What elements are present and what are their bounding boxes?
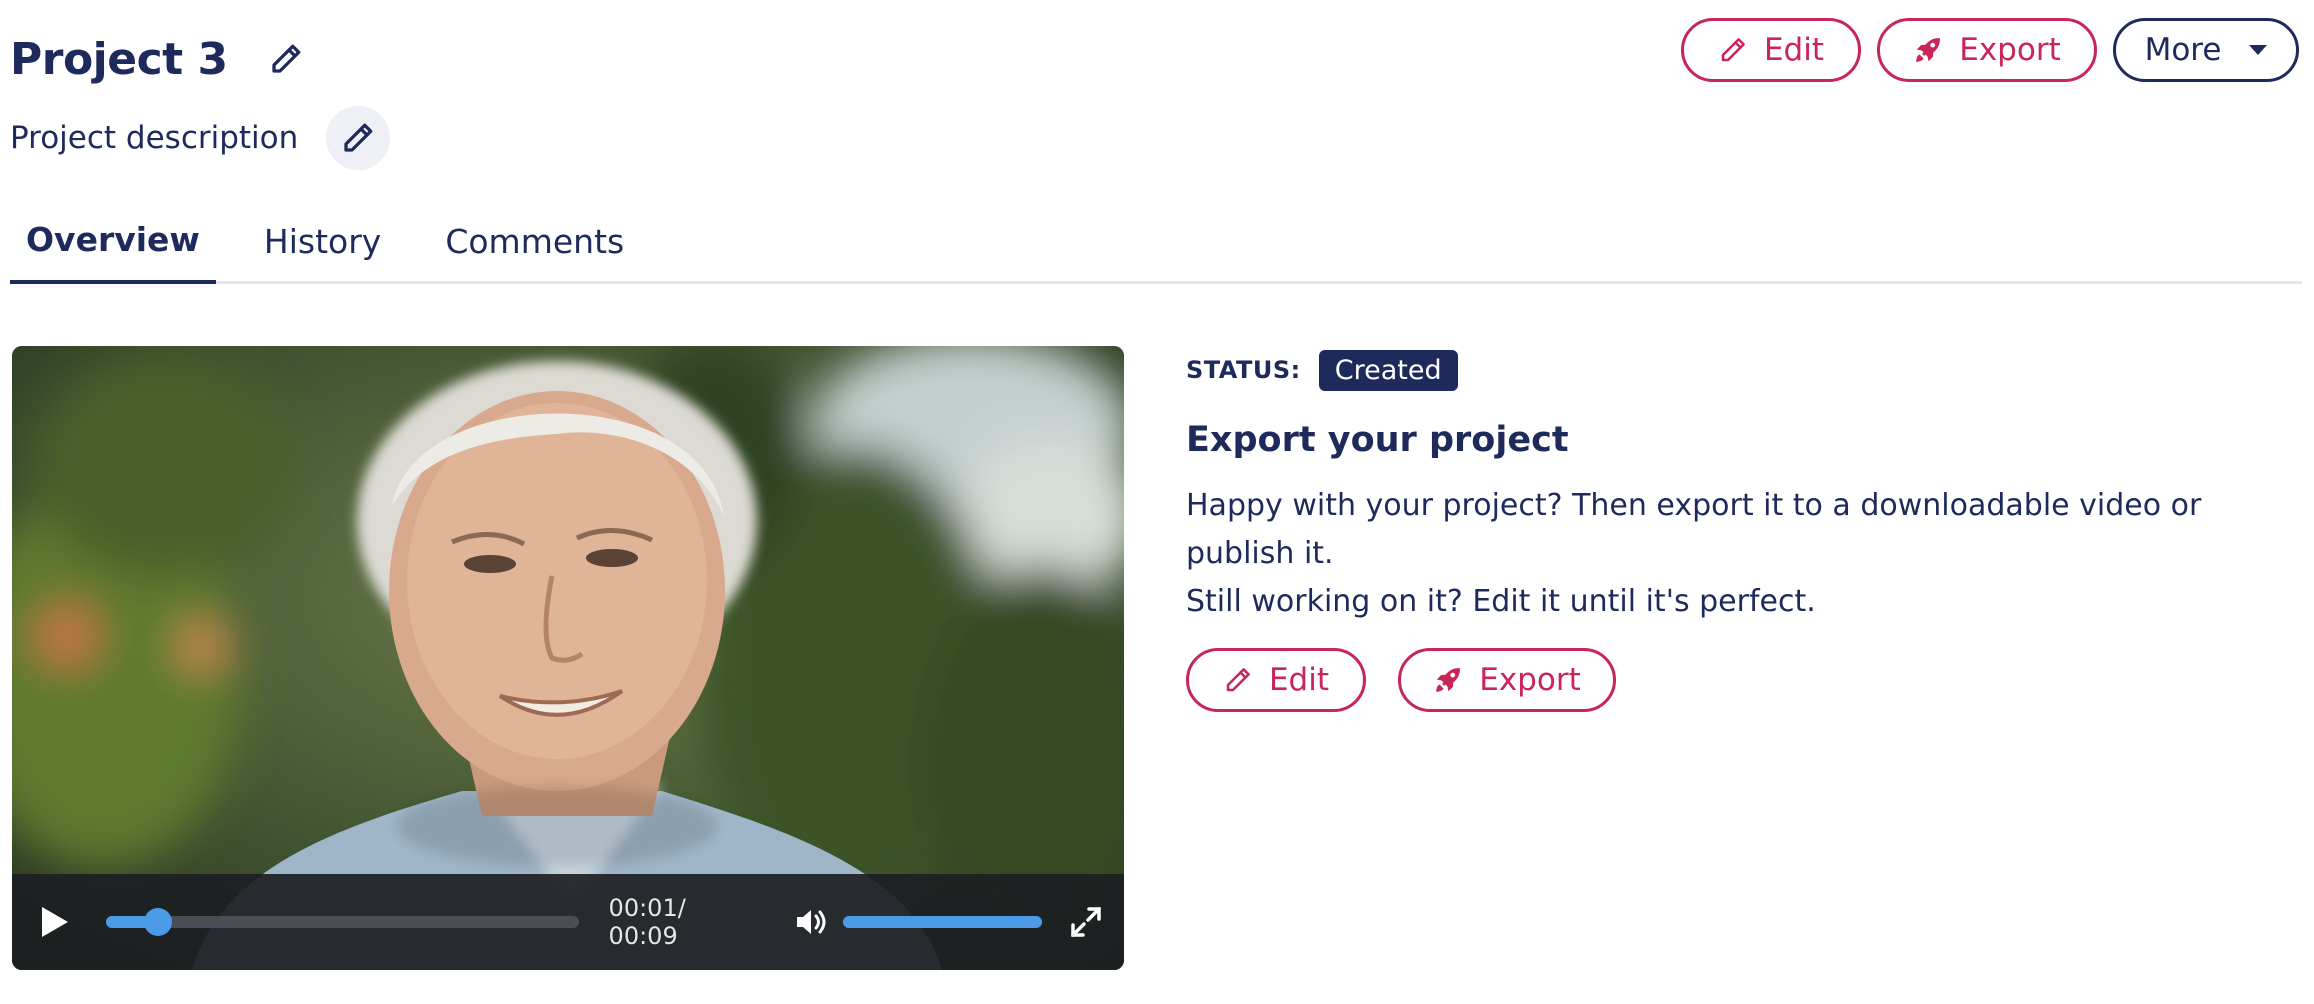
export-panel: STATUS: Created Export your project Happ… xyxy=(1186,346,2306,712)
time-display: 00:01/ 00:09 xyxy=(608,894,686,950)
edit-button[interactable]: Edit xyxy=(1681,18,1861,82)
rocket-icon xyxy=(1916,38,1941,62)
status-badge: Created xyxy=(1318,349,1458,391)
progress-handle[interactable] xyxy=(143,908,172,936)
export-panel-text: Happy with your project? Then export it … xyxy=(1186,482,2306,626)
panel-edit-button[interactable]: Edit xyxy=(1186,648,1366,712)
panel-export-button[interactable]: Export xyxy=(1398,648,1616,712)
chevron-down-icon xyxy=(2249,45,2268,55)
page-title: Project 3 xyxy=(10,33,228,85)
volume-fill xyxy=(843,916,1042,928)
more-button-label: More xyxy=(2144,32,2222,68)
export-panel-title: Export your project xyxy=(1186,420,1569,460)
panel-export-label: Export xyxy=(1479,662,1581,698)
pencil-icon xyxy=(1226,668,1250,692)
tab-bar: Overview History Comments xyxy=(10,198,2302,284)
pencil-icon xyxy=(344,123,373,152)
fullscreen-icon[interactable] xyxy=(1070,906,1102,938)
project-description: Project description xyxy=(10,120,299,156)
status-label: STATUS: xyxy=(1186,356,1301,384)
volume-icon[interactable] xyxy=(795,907,829,937)
play-icon[interactable] xyxy=(42,907,68,937)
export-button[interactable]: Export xyxy=(1877,18,2097,82)
panel-edit-label: Edit xyxy=(1268,662,1330,698)
more-dropdown-button[interactable]: More xyxy=(2113,18,2299,82)
export-button-label: Export xyxy=(1959,32,2061,68)
tab-history[interactable]: History xyxy=(248,198,397,284)
tab-overview[interactable]: Overview xyxy=(10,198,216,284)
description-row: Project description xyxy=(10,106,391,170)
status-row: STATUS: Created xyxy=(1186,346,2306,394)
edit-button-label: Edit xyxy=(1763,32,1825,68)
edit-title-button[interactable] xyxy=(256,29,316,89)
progress-bar[interactable] xyxy=(106,908,579,936)
volume-slider[interactable] xyxy=(843,916,1042,928)
export-panel-actions: Edit Export xyxy=(1186,648,2306,712)
pencil-icon xyxy=(272,44,301,73)
export-panel-text-line2: Still working on it? Edit it until it's … xyxy=(1186,584,1816,619)
edit-description-button[interactable] xyxy=(326,106,391,170)
header-actions: Edit Export More xyxy=(1681,18,2299,82)
rocket-icon xyxy=(1436,668,1461,692)
video-controls: 00:01/ 00:09 xyxy=(12,874,1124,970)
video-player[interactable]: 00:01/ 00:09 xyxy=(12,346,1124,970)
pencil-icon xyxy=(1721,38,1745,62)
title-row: Project 3 xyxy=(10,24,316,94)
export-panel-text-line1: Happy with your project? Then export it … xyxy=(1186,488,2202,571)
tab-comments[interactable]: Comments xyxy=(429,198,640,284)
